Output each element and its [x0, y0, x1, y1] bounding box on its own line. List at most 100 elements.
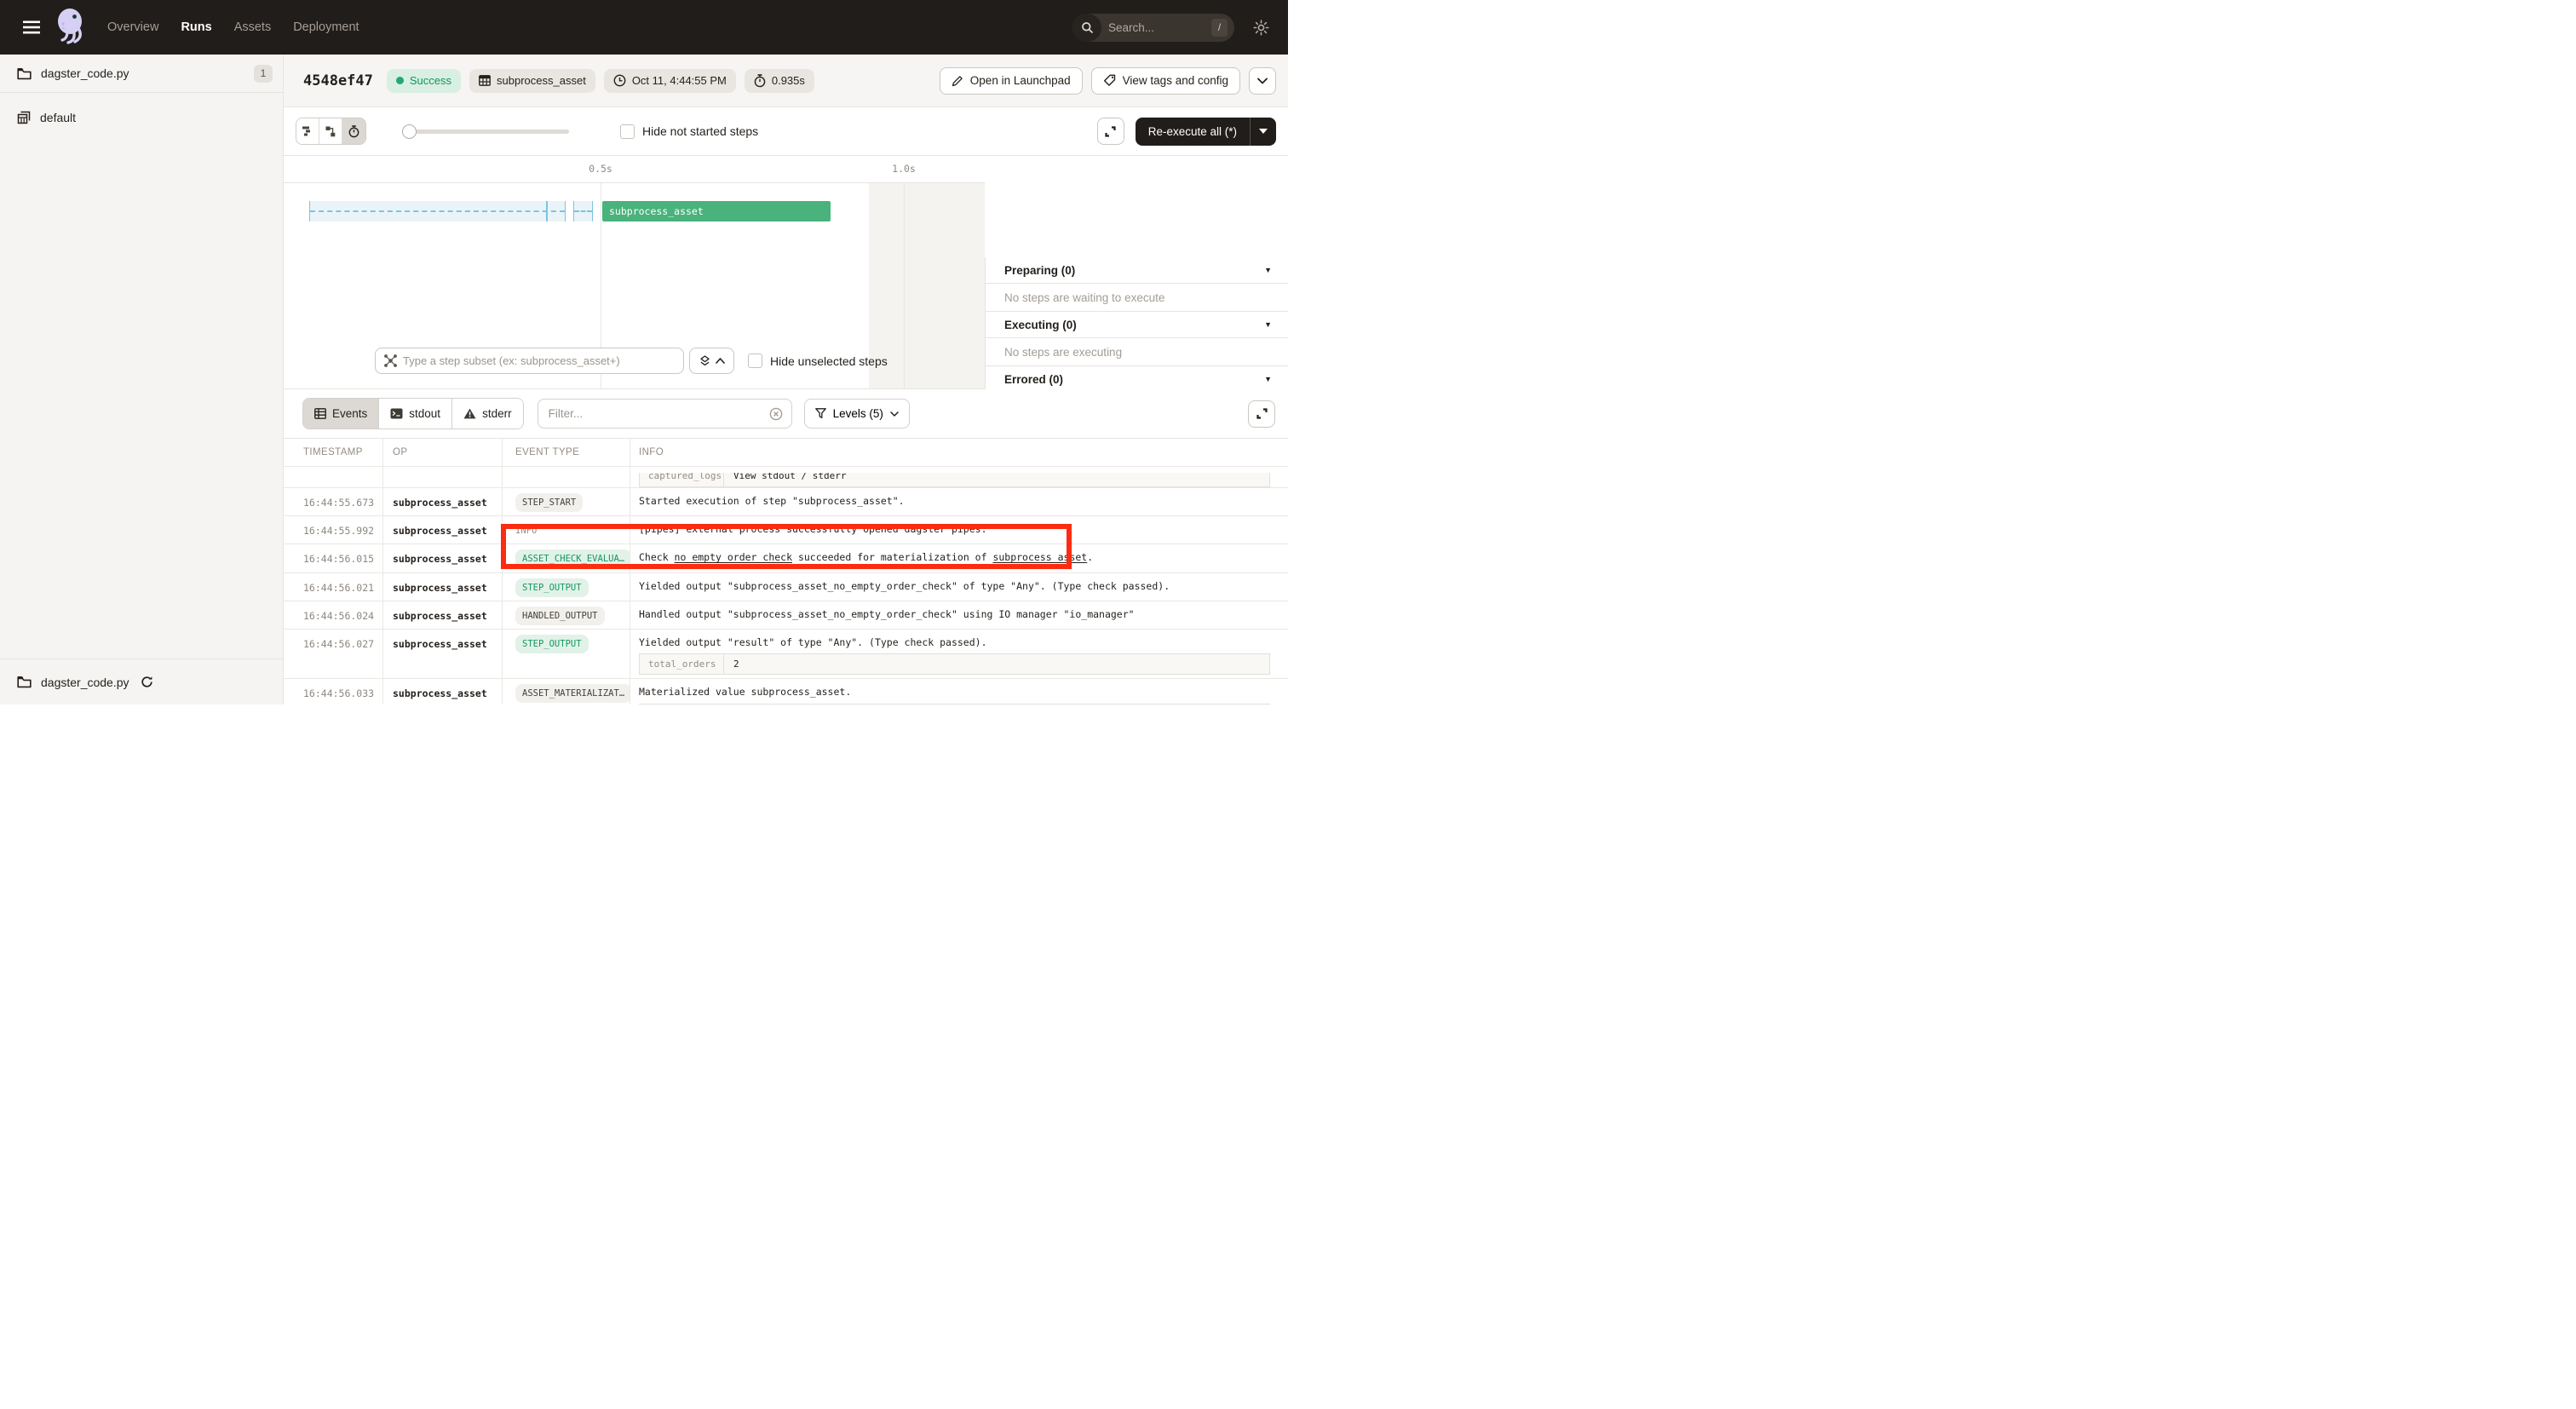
log-cell [284, 467, 383, 487]
search-box[interactable]: / [1072, 14, 1234, 42]
sidebar-item-code-location[interactable]: dagster_code.py 1 [0, 55, 283, 93]
nav-link-deployment[interactable]: Deployment [293, 20, 359, 34]
main-content: 4548ef47 Success subprocess_asset Oct 11… [284, 55, 1288, 704]
tab-events[interactable]: Events [303, 399, 379, 428]
log-timestamp: 16:44:56.015 [284, 544, 383, 572]
funnel-icon [815, 408, 826, 419]
log-row: 16:44:56.027subprocess_assetSTEP_OUTPUTY… [284, 630, 1288, 679]
gantt-step-bar[interactable]: subprocess_asset [602, 201, 831, 221]
log-filter-box[interactable] [538, 399, 792, 428]
tab-stderr-label: stderr [482, 407, 512, 420]
more-run-actions-button[interactable] [1249, 67, 1276, 95]
levels-filter-button[interactable]: Levels (5) [804, 399, 910, 428]
log-cell: Yielded output "result" of type "Any". (… [630, 630, 1288, 678]
log-cell: captured_logsView stdout / stderr [630, 467, 1288, 487]
log-cell [383, 467, 503, 487]
log-op: subprocess_asset [383, 516, 503, 543]
log-timestamp: 16:44:56.027 [284, 630, 383, 678]
warning-icon [463, 408, 476, 419]
hide-not-started-checkbox[interactable] [620, 124, 635, 139]
sidebar: dagster_code.py 1 default dagster_code.p… [0, 55, 284, 704]
fullscreen-gantt-button[interactable] [1097, 118, 1124, 145]
event-type-badge: STEP_START [515, 493, 583, 512]
settings-button[interactable] [1253, 20, 1269, 36]
log-info: Started execution of step "subprocess_as… [639, 494, 1271, 509]
event-type-badge: HANDLED_OUTPUT [515, 607, 605, 625]
view-mode-waterfall-button[interactable] [319, 118, 342, 144]
run-actions: Open in Launchpad View tags and config [940, 67, 1276, 95]
zoom-slider[interactable] [402, 118, 569, 144]
step-subset-inputbox[interactable] [375, 348, 684, 374]
log-text: Yielded output "subprocess_asset_no_empt… [639, 580, 1170, 592]
reexecute-all-button[interactable]: Re-execute all (*) [1136, 118, 1250, 146]
log-timestamp: 16:44:56.033 [284, 679, 383, 704]
metadata-key: captured_logs [640, 473, 724, 486]
tab-stdout[interactable]: stdout [379, 399, 452, 428]
step-subset-input[interactable] [403, 354, 675, 367]
tab-events-label: Events [332, 407, 367, 420]
nav-link-overview[interactable]: Overview [107, 20, 158, 34]
graph-options-button[interactable] [689, 348, 734, 374]
nav-link-assets[interactable]: Assets [234, 20, 272, 34]
triangle-down-icon: ▼ [1264, 320, 1272, 329]
levels-label: Levels (5) [833, 407, 883, 420]
waiting-tick [546, 201, 548, 221]
log-table: TIMESTAMP OP EVENT TYPE INFO captured_lo… [284, 438, 1288, 704]
view-mode-flat-button[interactable] [296, 118, 319, 144]
clock-icon [613, 74, 626, 87]
footer-file-label: dagster_code.py [41, 676, 129, 689]
reload-button[interactable] [141, 676, 153, 688]
asset-tag-label: subprocess_asset [497, 74, 586, 87]
gridline [904, 183, 905, 388]
fullscreen-logs-button[interactable] [1248, 400, 1275, 428]
slider-track[interactable] [402, 129, 569, 134]
folder-icon [17, 67, 32, 80]
log-row: captured_logsView stdout / stderr [284, 467, 1288, 488]
logs-section: Events stdout stderr [284, 389, 1288, 704]
run-count-badge: 1 [254, 65, 273, 83]
col-info: INFO [630, 439, 1288, 466]
hide-unselected-checkbox-row[interactable]: Hide unselected steps [748, 354, 888, 368]
metadata-value: 2 [724, 654, 1269, 674]
gantt-timeline: 0.5s 1.0s [284, 156, 985, 183]
dagster-run-page: Overview Runs Assets Deployment / [0, 0, 1288, 704]
code-location-label: dagster_code.py [41, 66, 244, 80]
log-info: Materialized value subprocess_asset. [639, 685, 1271, 699]
log-info: [pipes] external process successfully op… [639, 522, 1271, 537]
view-mode-segmented-control [296, 118, 366, 145]
hamburger-icon [23, 20, 40, 34]
captured-logs-link[interactable]: View stdout / stderr [724, 473, 1269, 486]
log-link[interactable]: subprocess_asset [992, 551, 1087, 563]
event-type-badge: ASSET_MATERIALIZAT… [515, 684, 630, 703]
dagster-logo[interactable] [51, 5, 89, 49]
hide-not-started-checkbox-row[interactable]: Hide not started steps [620, 124, 758, 139]
view-tags-config-button[interactable]: View tags and config [1091, 67, 1240, 95]
pencil-icon [952, 75, 963, 87]
refresh-icon [141, 676, 153, 688]
search-input[interactable] [1101, 21, 1211, 34]
log-timestamp: 16:44:55.992 [284, 516, 383, 543]
log-text: succeeded for materialization of [792, 551, 992, 563]
hamburger-menu-button[interactable] [17, 13, 46, 42]
log-filter-input[interactable] [549, 407, 769, 420]
tab-stderr[interactable]: stderr [452, 399, 523, 428]
asset-tag[interactable]: subprocess_asset [469, 69, 595, 93]
flat-view-icon [302, 126, 313, 136]
reexecute-options-button[interactable] [1250, 118, 1276, 146]
col-event-type: EVENT TYPE [503, 439, 630, 466]
sidebar-item-job-default[interactable]: default [0, 101, 283, 134]
view-mode-timed-button[interactable] [342, 118, 365, 144]
slider-knob[interactable] [402, 124, 417, 139]
log-op: subprocess_asset [383, 679, 503, 704]
waiting-dash [310, 210, 565, 212]
open-in-launchpad-button[interactable]: Open in Launchpad [940, 67, 1083, 95]
nav-link-runs[interactable]: Runs [181, 20, 211, 34]
gantt-toolbar: Hide not started steps Re-execute all (*… [284, 107, 1288, 156]
log-text: Started execution of step "subprocess_as… [639, 495, 905, 507]
panel-section-executing[interactable]: Executing (0) ▼ [986, 312, 1288, 338]
search-icon [1072, 14, 1101, 42]
log-link[interactable]: no_empty_order_check [675, 551, 792, 563]
panel-section-preparing[interactable]: Preparing (0) ▼ [986, 257, 1288, 284]
clear-filter-icon[interactable] [769, 407, 783, 421]
hide-unselected-checkbox[interactable] [748, 354, 762, 368]
